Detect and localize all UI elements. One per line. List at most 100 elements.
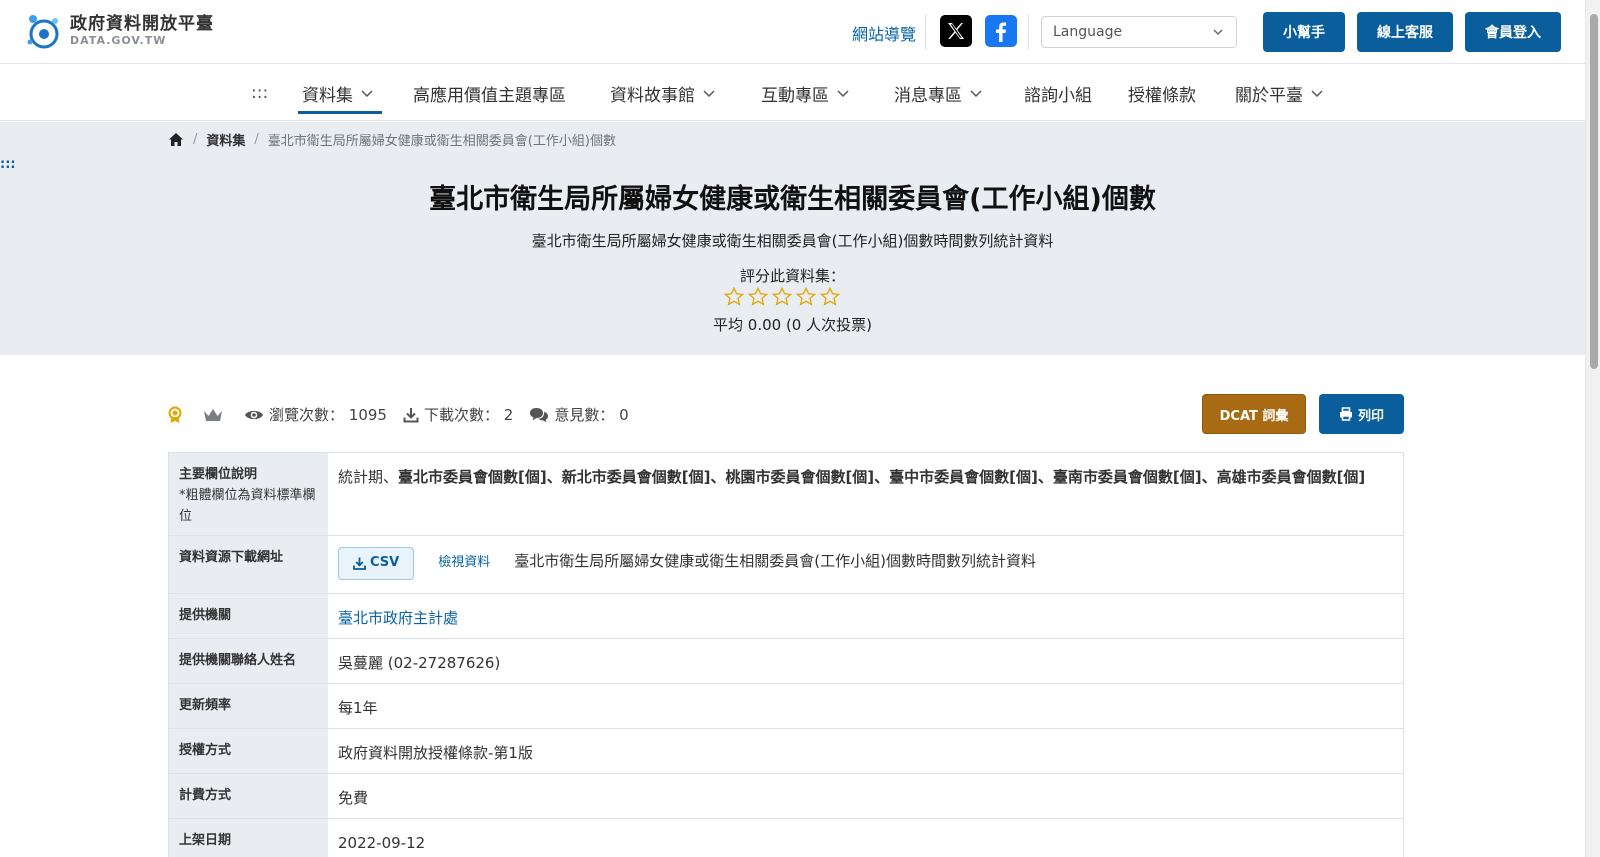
- star-icon[interactable]: [819, 286, 841, 310]
- table-row: 上架日期 2022-09-12: [169, 819, 1403, 857]
- nav-item-advisory[interactable]: 諮詢小組: [1024, 65, 1092, 121]
- fields-note: *粗體欄位為資料標準欄位: [179, 487, 316, 524]
- nav-item-interactive[interactable]: 互動專區: [761, 65, 850, 121]
- comment-count-label: 意見數：: [554, 406, 615, 424]
- publish-date-label: 上架日期: [169, 819, 328, 857]
- nav-item-label: 關於平臺: [1235, 85, 1303, 106]
- comments-icon: [530, 407, 549, 422]
- download-count-value: 2: [503, 405, 514, 424]
- frequency-label: 更新頻率: [169, 684, 328, 728]
- provider-label: 提供機關: [169, 594, 328, 638]
- dcat-button[interactable]: DCAT 詞彙: [1202, 394, 1306, 434]
- home-icon[interactable]: [168, 132, 184, 147]
- online-support-button[interactable]: 線上客服: [1357, 12, 1453, 52]
- site-logo[interactable]: 政府資料開放平臺 DATA.GOV.TW: [24, 12, 214, 50]
- page-subtitle: 臺北市衛生局所屬婦女健康或衛生相關委員會(工作小組)個數時間數列統計資料: [531, 232, 1054, 250]
- fields-label: 主要欄位說明: [179, 467, 258, 482]
- star-icon[interactable]: [771, 286, 793, 310]
- language-select-value: Language: [1053, 24, 1123, 40]
- printer-icon: [1339, 407, 1352, 421]
- contact-value: 吳蔓麗 (02-27287626): [338, 654, 501, 672]
- scrollbar-thumb[interactable]: [1590, 14, 1598, 369]
- publish-date-value: 2022-09-12: [338, 834, 426, 852]
- chevron-down-icon: [970, 90, 982, 98]
- comment-count: 意見數： 0: [529, 404, 629, 425]
- breadcrumb-separator: /: [193, 132, 198, 147]
- sitemap-link[interactable]: 網站導覽: [852, 21, 916, 45]
- license-value: 政府資料開放授權條款-第1版: [338, 744, 533, 762]
- license-label: 授權方式: [169, 729, 328, 773]
- divider: [925, 14, 926, 50]
- facebook-icon[interactable]: [985, 15, 1017, 47]
- nav-item-news[interactable]: 消息專區: [894, 65, 983, 121]
- fee-label: 計費方式: [169, 774, 328, 818]
- x-twitter-icon[interactable]: [940, 15, 972, 47]
- star-icon[interactable]: [795, 286, 817, 310]
- rating-label: 評分此資料集：: [739, 267, 845, 285]
- row-header: 主要欄位說明 *粗體欄位為資料標準欄位: [169, 453, 328, 535]
- contact-label: 提供機關聯絡人姓名: [169, 639, 328, 683]
- download-url-label: 資料資源下載網址: [169, 536, 328, 593]
- download-url-value: CSV 檢視資料 臺北市衛生局所屬婦女健康或衛生相關委員會(工作小組)個數時間數…: [328, 536, 1403, 593]
- fields-plain: 統計期、: [338, 468, 399, 486]
- content-accesskey[interactable]: :::: [0, 157, 16, 172]
- nav-item-label: 高應用價值主題專區: [413, 85, 566, 106]
- award-icon: [168, 406, 187, 424]
- main-nav: ::: 資料集 高應用價值主題專區 資料故事館 互動專區 消息專區 諮詢小組 授…: [0, 65, 1585, 121]
- nav-item-label: 互動專區: [761, 85, 829, 106]
- logo-subtitle: DATA.GOV.TW: [70, 34, 167, 48]
- nav-accesskey[interactable]: :::: [251, 65, 268, 121]
- fee-value: 免費: [338, 789, 369, 807]
- dataset-hero: / 資料集 / 臺北市衛生局所屬婦女健康或衛生相關委員會(工作小組)個數 :::…: [0, 122, 1585, 355]
- divider: [1028, 14, 1029, 50]
- helper-button[interactable]: 小幫手: [1263, 12, 1345, 52]
- table-row: 更新頻率 每1年: [169, 684, 1403, 729]
- view-count-value: 1095: [348, 405, 387, 424]
- dataset-stats: 瀏覽次數： 1095 下載次數： 2 意見數： 0: [168, 404, 645, 425]
- chevron-down-icon: [703, 90, 715, 98]
- nav-item-stories[interactable]: 資料故事館: [610, 65, 716, 121]
- table-row: 提供機關 臺北市政府主計處: [169, 594, 1403, 639]
- chevron-down-icon: [361, 90, 373, 98]
- print-button-label: 列印: [1357, 408, 1384, 424]
- provider-link[interactable]: 臺北市政府主計處: [338, 609, 458, 627]
- table-row: 計費方式 免費: [169, 774, 1403, 819]
- fields-value: 統計期、臺北市委員會個數[個]、新北市委員會個數[個]、桃園市委員會個數[個]、…: [328, 453, 1403, 535]
- csv-download-button[interactable]: CSV: [338, 547, 415, 580]
- star-icon[interactable]: [723, 286, 745, 310]
- breadcrumb-current: 臺北市衛生局所屬婦女健康或衛生相關委員會(工作小組)個數: [267, 134, 616, 149]
- table-row: 提供機關聯絡人姓名 吳蔓麗 (02-27287626): [169, 639, 1403, 684]
- chevron-down-icon: [1311, 90, 1323, 98]
- breadcrumb-separator: /: [254, 132, 259, 147]
- star-icon[interactable]: [747, 286, 769, 310]
- download-count: 下載次數： 2: [403, 404, 513, 425]
- star-rating: [723, 286, 844, 310]
- language-select[interactable]: Language: [1041, 16, 1237, 48]
- nav-item-label: 資料故事館: [610, 85, 695, 106]
- nav-item-label: 資料集: [302, 85, 353, 106]
- download-icon: [353, 557, 366, 570]
- rating-average: 平均 0.00 (0 人次投票): [713, 316, 872, 334]
- view-count: 瀏覽次數： 1095: [244, 404, 387, 425]
- nav-active-indicator: [298, 111, 382, 114]
- view-count-label: 瀏覽次數：: [269, 406, 345, 424]
- download-count-label: 下載次數：: [423, 406, 499, 424]
- nav-item-high-value[interactable]: 高應用價值主題專區: [413, 65, 566, 121]
- print-button[interactable]: 列印: [1319, 394, 1404, 434]
- breadcrumb: / 資料集 / 臺北市衛生局所屬婦女健康或衛生相關委員會(工作小組)個數: [168, 130, 616, 149]
- fields-bold: 臺北市委員會個數[個]、新北市委員會個數[個]、桃園市委員會個數[個]、臺中市委…: [398, 468, 1366, 486]
- chevron-down-icon: [1213, 29, 1223, 35]
- eye-icon: [245, 410, 263, 419]
- view-data-link[interactable]: 檢視資料: [438, 553, 490, 574]
- nav-item-license[interactable]: 授權條款: [1128, 65, 1196, 121]
- login-button[interactable]: 會員登入: [1465, 12, 1561, 52]
- comment-count-value: 0: [619, 405, 629, 424]
- breadcrumb-datasets[interactable]: 資料集: [206, 130, 245, 149]
- download-icon: [403, 407, 419, 422]
- page-title: 臺北市衛生局所屬婦女健康或衛生相關委員會(工作小組)個數: [429, 184, 1156, 215]
- frequency-value: 每1年: [338, 699, 378, 717]
- scrollbar[interactable]: [1585, 0, 1600, 857]
- site-header: 政府資料開放平臺 DATA.GOV.TW 網站導覽 Language 小幫手 線…: [0, 0, 1585, 64]
- nav-item-label: 消息專區: [894, 85, 962, 106]
- nav-item-about[interactable]: 關於平臺: [1235, 65, 1324, 121]
